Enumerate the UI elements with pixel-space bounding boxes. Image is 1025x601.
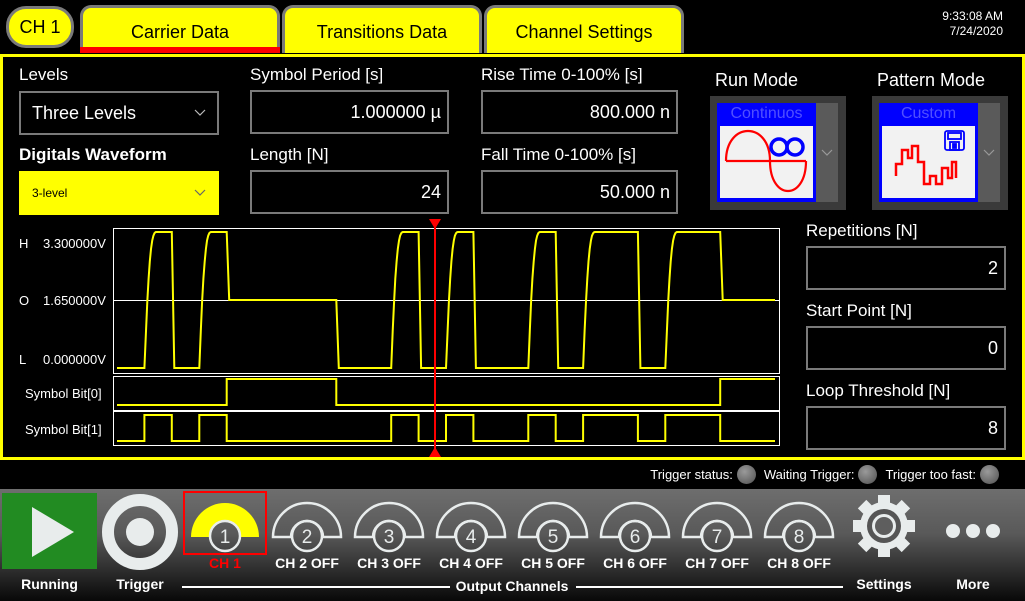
- channel-5-icon: 5: [517, 501, 589, 553]
- channel-number: 3: [384, 527, 395, 548]
- channel-2-icon: 2: [271, 501, 343, 553]
- channel-button-2[interactable]: 2 CH 2 OFF: [267, 493, 347, 571]
- waiting-trigger-label: Waiting Trigger:: [763, 467, 855, 482]
- bottom-toolbar: Running Trigger 1 CH 1 2 CH 2 OFF 3 CH 3 OFF 4…: [0, 489, 1025, 601]
- trigger-label: Trigger: [116, 576, 164, 592]
- channel-button-1[interactable]: 1 CH 1: [183, 491, 267, 571]
- output-channels-divider-left: [182, 586, 450, 588]
- channel-button-3[interactable]: 3 CH 3 OFF: [349, 493, 429, 571]
- channel-number: 5: [548, 527, 559, 548]
- channel-button-5[interactable]: 5 CH 5 OFF: [513, 493, 593, 571]
- channel-button-4[interactable]: 4 CH 4 OFF: [431, 493, 511, 571]
- trigger-status-led: [736, 465, 756, 484]
- trigger-status-label: Trigger status:: [650, 467, 733, 482]
- channel-number: 1: [220, 527, 231, 548]
- settings-label: Settings: [856, 576, 912, 592]
- trigger-icon: [102, 494, 178, 570]
- channel-button-8[interactable]: 8 CH 8 OFF: [759, 493, 839, 571]
- channel-number: 4: [466, 527, 477, 548]
- bit1-trace: [117, 414, 775, 442]
- trigger-too-fast-led: [980, 465, 999, 484]
- trigger-button[interactable]: [101, 493, 179, 571]
- trigger-too-fast-label: Trigger too fast:: [885, 467, 976, 482]
- channel-number: 2: [302, 527, 313, 548]
- waiting-trigger-led: [858, 465, 878, 484]
- channel-8-icon: 8: [763, 501, 835, 553]
- trigger-status-row: Trigger status: Waiting Trigger: Trigger…: [650, 465, 999, 484]
- channel-3-icon: 3: [353, 501, 425, 553]
- channel-6-icon: 6: [599, 501, 671, 553]
- channel-button-7[interactable]: 7 CH 7 OFF: [677, 493, 757, 571]
- output-channels-label: Output Channels: [455, 578, 569, 594]
- more-dots-icon: [946, 524, 1000, 538]
- gear-icon: [853, 495, 915, 557]
- channel-number: 6: [630, 527, 641, 548]
- channel-1-icon: 1: [191, 503, 259, 553]
- cursor-bottom-handle: [429, 447, 441, 457]
- waveform-chart: [113, 219, 780, 457]
- more-label: More: [956, 576, 990, 592]
- cursor-top-handle: [429, 219, 441, 229]
- channel-number: 7: [712, 527, 723, 548]
- more-button[interactable]: [940, 513, 1006, 549]
- channel-label: CH 8 OFF: [767, 555, 831, 571]
- running-label: Running: [21, 576, 78, 592]
- output-channels-divider-right: [576, 586, 843, 588]
- bit0-trace: [117, 378, 775, 406]
- settings-button[interactable]: [851, 493, 917, 559]
- channel-4-icon: 4: [435, 501, 507, 553]
- channel-button-6[interactable]: 6 CH 6 OFF: [595, 493, 675, 571]
- channel-7-icon: 7: [681, 501, 753, 553]
- running-button[interactable]: [2, 493, 97, 569]
- channel-number: 8: [794, 527, 805, 548]
- play-icon: [32, 507, 74, 557]
